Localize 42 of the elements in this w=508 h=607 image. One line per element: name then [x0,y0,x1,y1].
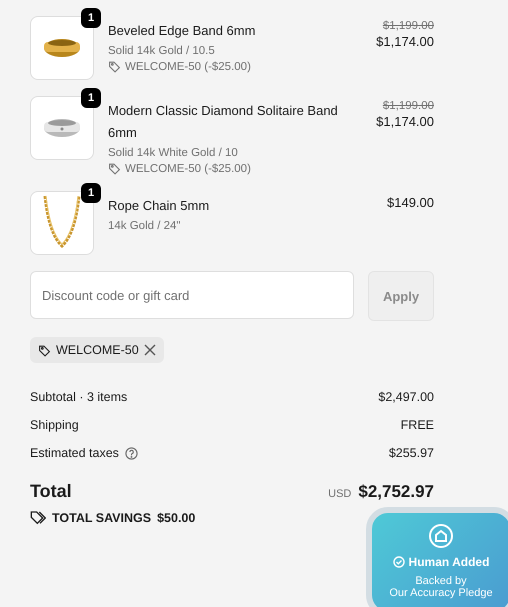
product-price: $1,174.00 [376,34,434,49]
product-title: Rope Chain 5mm [108,197,210,215]
product-variant: Solid 14k White Gold / 10 [108,147,239,159]
summary-value: $2,497.00 [378,390,434,404]
tag-icon [108,60,121,73]
summary-label: Estimated taxes [30,446,119,460]
savings-value: $50.00 [157,511,196,525]
summary-label: Subtotal · 3 items [30,390,128,404]
summary-value: $255.97 [388,446,434,460]
savings-label: TOTAL SAVINGS [52,511,152,525]
item-discount: WELCOME-50 (-$25.00) [125,162,251,174]
close-icon[interactable] [144,344,156,356]
summary-value: FREE [400,418,434,432]
tag-icon [108,162,121,175]
product-price: $149.00 [387,195,434,210]
apply-button[interactable]: Apply [368,271,434,321]
quantity-badge: 1 [81,88,101,108]
help-icon[interactable] [124,446,138,460]
product-price: $1,174.00 [376,114,434,129]
tag-icon [38,344,51,356]
badge-line: Our Accuracy Pledge [389,587,493,599]
house-icon [428,523,454,549]
tags-icon [30,510,46,526]
item-discount: WELCOME-50 (-$25.00) [125,60,251,72]
total-label: Total [30,481,72,502]
badge-line: Backed by [415,575,467,587]
total-value: $2,752.97 [358,482,434,502]
product-variant: Solid 14k Gold / 10.5 [108,45,216,57]
check-icon [392,556,405,568]
product-variant: 14k Gold / 24" [108,220,182,232]
product-title: Beveled Edge Band 6mm [108,22,256,40]
summary-label: Shipping [30,418,79,432]
pledge-badge[interactable]: Human Added Backed by Our Accuracy Pledge [366,507,508,607]
applied-code: WELCOME-50 [56,343,139,357]
discount-code-field[interactable]: Discount code or gift card [30,271,354,319]
original-price: $1,199.00 [382,100,434,112]
currency: USD [328,488,352,500]
product-title: Modern Classic Diamond Solitaire Band 6mm [108,102,339,142]
original-price: $1,199.00 [382,20,434,32]
quantity-badge: 1 [81,183,101,203]
badge-title: Human Added [408,555,490,569]
quantity-badge: 1 [81,8,101,28]
